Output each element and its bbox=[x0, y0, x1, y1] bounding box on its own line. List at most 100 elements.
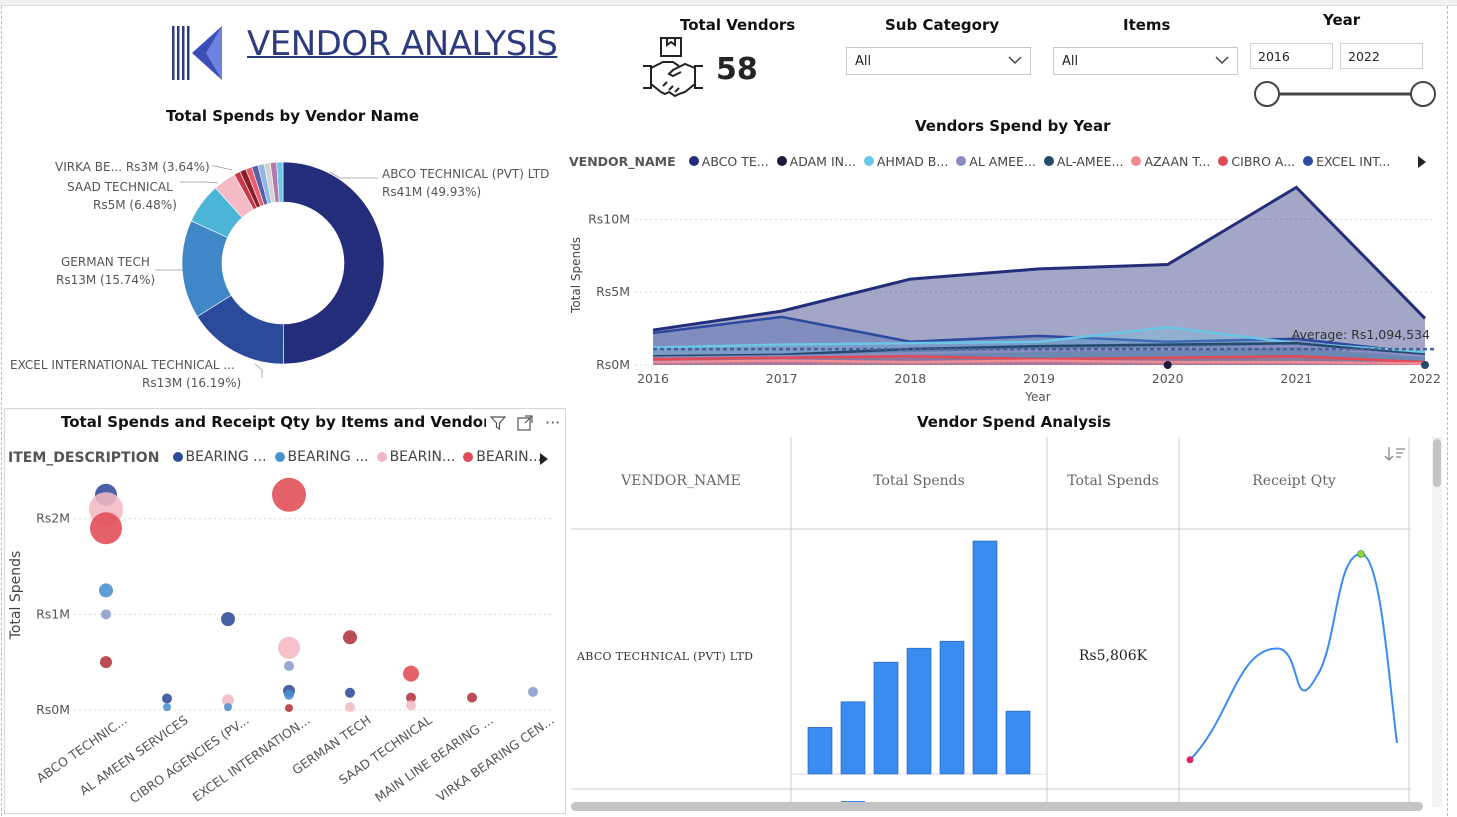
scatter-point bbox=[272, 477, 306, 512]
donut-leader-line bbox=[254, 363, 263, 378]
scatter-legend-item[interactable]: BEARING ... bbox=[172, 449, 267, 465]
canvas-left-edge bbox=[1, 6, 2, 816]
legend-dot bbox=[956, 156, 967, 166]
sparkline-max-point bbox=[1357, 550, 1365, 558]
scatter-point bbox=[221, 612, 235, 627]
scatter-legend-next-arrow-icon[interactable] bbox=[540, 450, 548, 469]
x-tick-label: 2019 bbox=[1023, 371, 1055, 386]
y-tick-label: Rs2M bbox=[36, 511, 70, 526]
y-tick-label: Rs1M bbox=[36, 606, 70, 621]
legend-dot bbox=[688, 156, 699, 166]
table-header-receipt-qty[interactable]: Receipt Qty bbox=[1179, 473, 1409, 489]
legend-label: AHMAD B... bbox=[876, 153, 949, 169]
y-axis-title: Total Spends bbox=[8, 551, 24, 641]
scatter-point bbox=[100, 656, 112, 669]
scatter-point bbox=[101, 609, 111, 620]
spend-bar bbox=[906, 647, 932, 775]
x-tick-label: 2016 bbox=[637, 371, 669, 386]
scatter-point bbox=[285, 704, 293, 713]
table-header-total-spends-bars[interactable]: Total Spends bbox=[791, 473, 1047, 489]
scatter-legend-item[interactable]: BEARIN... bbox=[376, 449, 455, 465]
spend-bar bbox=[972, 540, 998, 775]
donut-label-abco-name: ABCO TECHNICAL (PVT) LTD bbox=[382, 167, 550, 181]
x-axis-title: Year bbox=[1024, 390, 1050, 404]
donut-label-german-name: GERMAN TECH bbox=[61, 255, 150, 269]
line-legend-item[interactable]: AL AMEE... bbox=[956, 154, 1036, 169]
legend-dot bbox=[172, 452, 183, 462]
focus-mode-icon[interactable] bbox=[517, 415, 533, 435]
scatter-legend-item[interactable]: BEARIN... bbox=[463, 449, 542, 465]
donut-title: Total Spends by Vendor Name bbox=[166, 107, 420, 125]
scatter-legend-item[interactable]: BEARING ... bbox=[274, 449, 369, 465]
legend-dot bbox=[863, 156, 874, 166]
legend-label: BEARIN... bbox=[476, 449, 542, 465]
x-tick-label: 2022 bbox=[1409, 371, 1441, 386]
line-legend-item[interactable]: ABCO TE... bbox=[688, 154, 769, 169]
y-axis-title: Total Spends bbox=[569, 237, 583, 314]
scatter-point bbox=[284, 689, 294, 700]
legend-dot bbox=[1218, 156, 1229, 166]
legend-label: AL AMEE... bbox=[969, 153, 1036, 169]
series-marker bbox=[1163, 361, 1172, 369]
line-legend-item[interactable]: AL-AMEE... bbox=[1043, 153, 1124, 169]
scatter-legend: ITEM_DESCRIPTION BEARING ... BEARING ... B… bbox=[8, 447, 550, 466]
year-label: Year bbox=[1323, 11, 1361, 29]
scatter-point bbox=[224, 703, 232, 712]
line-legend-item[interactable]: ADAM IN... bbox=[776, 154, 856, 169]
line-legend-item[interactable]: AHMAD B... bbox=[863, 153, 949, 169]
subcategory-dropdown[interactable]: All bbox=[846, 47, 1031, 75]
line-legend-item[interactable]: AZAAN T... bbox=[1131, 154, 1210, 169]
x-tick-label: 2018 bbox=[894, 371, 926, 386]
canvas-right-edge bbox=[1447, 6, 1448, 816]
legend-dot bbox=[1303, 156, 1314, 166]
sort-descending-icon[interactable] bbox=[1384, 446, 1406, 466]
donut-label-virka: VIRKA BE... Rs3M (3.64%) bbox=[55, 160, 210, 174]
table-vertical-scrollbar[interactable] bbox=[1432, 437, 1442, 807]
scatter-legend-title: ITEM_DESCRIPTION bbox=[8, 450, 160, 466]
scatter-point bbox=[406, 700, 416, 711]
chevron-down-icon bbox=[1008, 54, 1022, 69]
table-header-total-spends[interactable]: Total Spends bbox=[1047, 473, 1179, 489]
line-chart[interactable]: Rs10M Rs5M Rs0M 2016 2017 2018 2019 2020 2021 202… bbox=[565, 175, 1445, 410]
page-title: VENDOR ANALYSIS bbox=[247, 24, 558, 64]
chevron-down-icon bbox=[1215, 54, 1229, 69]
year-to-input[interactable]: 2022 bbox=[1340, 43, 1423, 69]
spend-bar bbox=[840, 701, 866, 775]
line-legend-item[interactable]: EXCEL INT... bbox=[1303, 154, 1390, 169]
x-tick-label: 2017 bbox=[766, 371, 798, 386]
items-dropdown[interactable]: All bbox=[1053, 47, 1238, 75]
scatter-point bbox=[90, 512, 122, 545]
items-value: All bbox=[1062, 54, 1079, 69]
legend-label: EXCEL INT... bbox=[1316, 153, 1391, 169]
scatter-chart[interactable]: Rs2M Rs1M Rs0M Total Spends ABCO TECHNIC... A… bbox=[4, 470, 564, 810]
vendor-spend-table[interactable] bbox=[571, 437, 1431, 805]
spend-bar bbox=[939, 640, 965, 775]
legend-next-arrow-icon[interactable] bbox=[1418, 153, 1426, 172]
top-ruler bbox=[0, 0, 1457, 6]
vendor-logo-icon bbox=[170, 24, 226, 82]
line-chart-title: Vendors Spend by Year bbox=[915, 117, 1111, 135]
donut-label-excel-value: Rs13M (16.19%) bbox=[142, 376, 242, 390]
scatter-point bbox=[345, 687, 355, 698]
scatter-point bbox=[528, 686, 538, 697]
legend-label: CIBRO A... bbox=[1231, 153, 1296, 169]
donut-slice bbox=[282, 161, 385, 365]
table-horizontal-scrollbar[interactable] bbox=[571, 802, 1423, 811]
handshake-icon bbox=[641, 36, 705, 100]
donut-label-saad-name: SAAD TECHNICAL bbox=[67, 180, 173, 194]
table-header-vendor-name[interactable]: VENDOR_NAME bbox=[571, 473, 791, 489]
year-from-input[interactable]: 2016 bbox=[1250, 43, 1333, 69]
donut-leader-line bbox=[212, 165, 233, 171]
donut-label-abco-value: Rs41M (49.93%) bbox=[382, 185, 482, 199]
more-options-icon[interactable]: ··· bbox=[545, 413, 560, 432]
scatter-point bbox=[163, 703, 171, 712]
legend-label: AL-AMEE... bbox=[1056, 153, 1124, 169]
year-slider-end-handle bbox=[1410, 81, 1436, 107]
line-legend-item[interactable]: CIBRO A... bbox=[1218, 154, 1295, 169]
filter-icon[interactable] bbox=[489, 415, 507, 435]
receipt-sparkline bbox=[1189, 552, 1398, 761]
year-range-slider[interactable] bbox=[1253, 80, 1439, 108]
scatter-point bbox=[278, 636, 300, 659]
table-row-vendor: ABCO TECHNICAL (PVT) LTD bbox=[577, 650, 754, 663]
subcategory-value: All bbox=[855, 54, 872, 69]
